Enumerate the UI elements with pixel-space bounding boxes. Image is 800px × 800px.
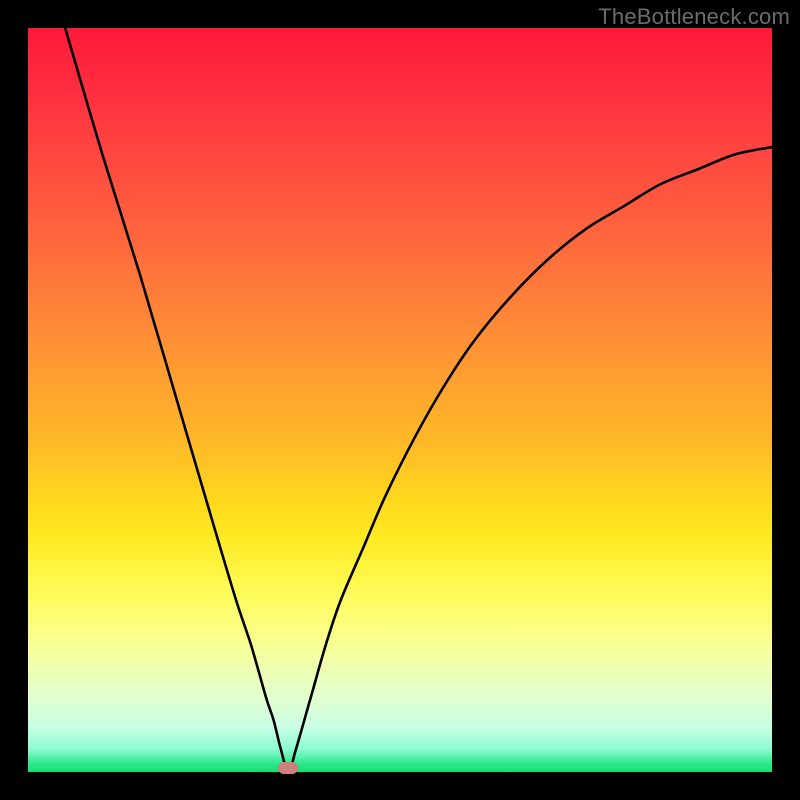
bottleneck-curve	[28, 28, 772, 772]
chart-frame: TheBottleneck.com	[0, 0, 800, 800]
watermark-text: TheBottleneck.com	[598, 4, 790, 30]
minimum-marker	[278, 762, 298, 774]
chart-plot-area	[28, 28, 772, 772]
